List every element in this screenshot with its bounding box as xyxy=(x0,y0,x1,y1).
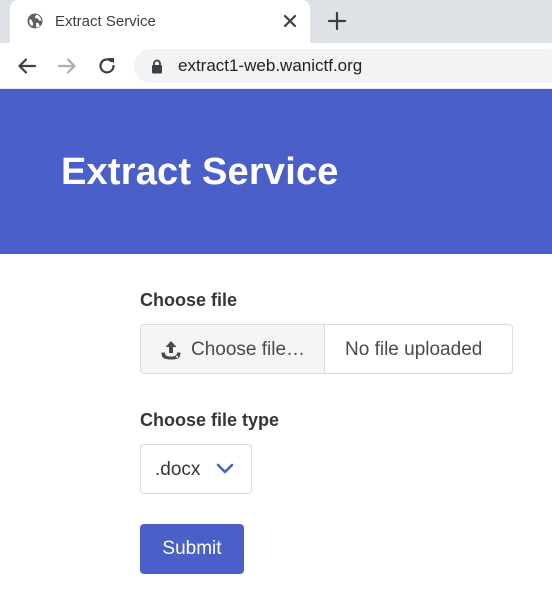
file-label: Choose file xyxy=(140,290,238,310)
file-type-label: Choose file type xyxy=(140,410,280,430)
plus-icon[interactable] xyxy=(326,10,348,32)
page-title: Extract Service xyxy=(61,151,339,193)
file-input[interactable]: Choose file… No file uploaded xyxy=(140,324,513,374)
choose-file-label: Choose file… xyxy=(191,339,306,360)
upload-icon xyxy=(161,341,181,360)
arrow-left-icon[interactable] xyxy=(16,55,38,77)
browser-toolbar: extract1-web.wanictf.org xyxy=(0,43,552,89)
url-text[interactable]: extract1-web.wanictf.org xyxy=(178,56,362,76)
globe-icon xyxy=(27,13,43,29)
file-type-select[interactable]: .docx xyxy=(140,444,252,494)
reload-icon[interactable] xyxy=(96,55,118,77)
close-icon[interactable] xyxy=(280,11,300,31)
choose-file-button[interactable]: Choose file… xyxy=(141,325,325,373)
page-header: Extract Service xyxy=(0,89,552,254)
tab-strip: Extract Service xyxy=(0,0,552,43)
address-bar[interactable]: extract1-web.wanictf.org xyxy=(134,49,552,83)
browser-tab[interactable]: Extract Service xyxy=(10,0,310,43)
tab-title: Extract Service xyxy=(55,13,156,30)
chevron-down-icon xyxy=(216,463,234,474)
submit-button[interactable]: Submit xyxy=(140,524,244,574)
file-type-value: .docx xyxy=(155,459,201,480)
lock-icon xyxy=(152,59,162,74)
arrow-right-icon[interactable] xyxy=(56,55,78,77)
file-name: No file uploaded xyxy=(345,339,483,360)
